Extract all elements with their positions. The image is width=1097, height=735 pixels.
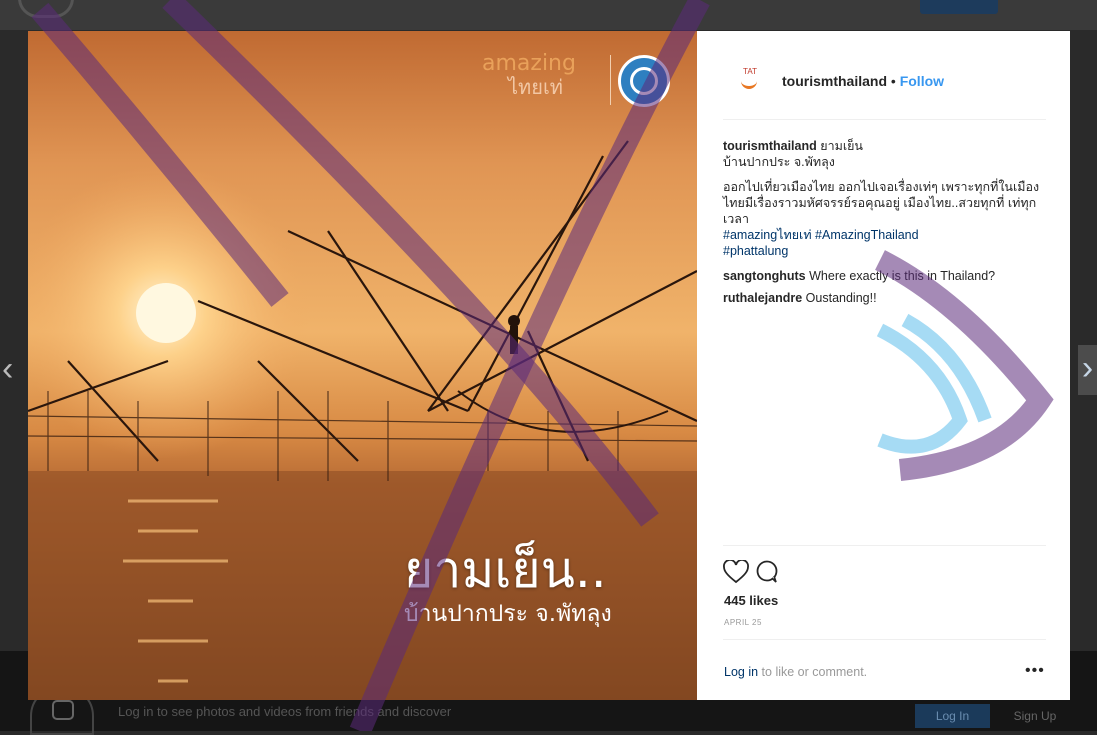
header-separator: • bbox=[890, 73, 896, 89]
amazing-thailand-logo-sub: ไทยเท่ bbox=[508, 77, 563, 99]
login-prompt: Log in to like or comment. bbox=[724, 665, 867, 679]
post-image bbox=[28, 31, 697, 700]
divider bbox=[723, 639, 1046, 640]
caption-line1: ยามเย็น bbox=[820, 139, 863, 153]
hashtag-link[interactable]: #amazingไทยเท่ bbox=[723, 228, 812, 242]
caption: tourismthailand ยามเย็น บ้านปากประ จ.พัท… bbox=[723, 138, 1048, 170]
background-signup-button[interactable]: Sign Up bbox=[1000, 704, 1070, 728]
hashtag-link[interactable]: #AmazingThailand bbox=[815, 228, 919, 242]
username-link[interactable]: tourismthailand bbox=[782, 73, 887, 89]
background-top-button bbox=[920, 0, 998, 14]
caption-username[interactable]: tourismthailand bbox=[723, 139, 817, 153]
heart-icon[interactable] bbox=[723, 560, 749, 584]
more-options-icon[interactable]: ••• bbox=[1025, 662, 1045, 680]
chevron-left-icon[interactable]: ‹ bbox=[2, 352, 13, 386]
tat-seal-icon bbox=[618, 55, 670, 107]
comment-username[interactable]: sangtonghuts bbox=[723, 269, 806, 283]
comment-icon[interactable] bbox=[755, 560, 779, 584]
sunset-fishing-nets-photo bbox=[28, 31, 697, 700]
caption-line2: บ้านปากประ จ.พัทลุง bbox=[723, 155, 835, 169]
post-date: APRIL 25 bbox=[724, 618, 762, 627]
divider bbox=[723, 545, 1046, 546]
camera-icon bbox=[52, 700, 74, 720]
comments-list: tourismthailand ยามเย็น บ้านปากประ จ.พัท… bbox=[723, 138, 1048, 312]
comment-text: Where exactly is this in Thailand? bbox=[809, 269, 996, 283]
list-item: ruthalejandre Oustanding!! bbox=[723, 290, 1048, 306]
comment-text: Oustanding!! bbox=[805, 291, 877, 305]
post-header: tourismthailand • Follow bbox=[782, 73, 944, 89]
divider bbox=[723, 119, 1046, 120]
image-caption-subtitle: บ้านปากประ จ.พัทลุง bbox=[404, 601, 612, 627]
background-login-prompt: Log in to see photos and videos from fri… bbox=[118, 704, 452, 719]
comment-username[interactable]: ruthalejandre bbox=[723, 291, 802, 305]
background-login-button[interactable]: Log In bbox=[915, 704, 990, 728]
hashtag-link[interactable]: #phattalung bbox=[723, 244, 788, 258]
caption-body-text: ออกไปเที่ยวเมืองไทย ออกไปเจอเรื่องเท่ๆ เ… bbox=[723, 180, 1040, 226]
caption-body: ออกไปเที่ยวเมืองไทย ออกไปเจอเรื่องเท่ๆ เ… bbox=[723, 179, 1048, 259]
login-link[interactable]: Log in bbox=[724, 665, 758, 679]
list-item: sangtonghuts Where exactly is this in Th… bbox=[723, 268, 1048, 284]
chevron-right-icon[interactable]: › bbox=[1078, 345, 1097, 395]
logo-divider bbox=[610, 55, 611, 105]
likes-count[interactable]: 445 likes bbox=[724, 593, 778, 608]
avatar-text: TAT bbox=[743, 67, 757, 76]
login-prompt-text: to like or comment. bbox=[761, 665, 868, 679]
amazing-thailand-logo: amazing bbox=[482, 51, 576, 76]
image-caption-title: ยามเย็น.. bbox=[404, 541, 607, 599]
follow-button[interactable]: Follow bbox=[900, 73, 944, 89]
